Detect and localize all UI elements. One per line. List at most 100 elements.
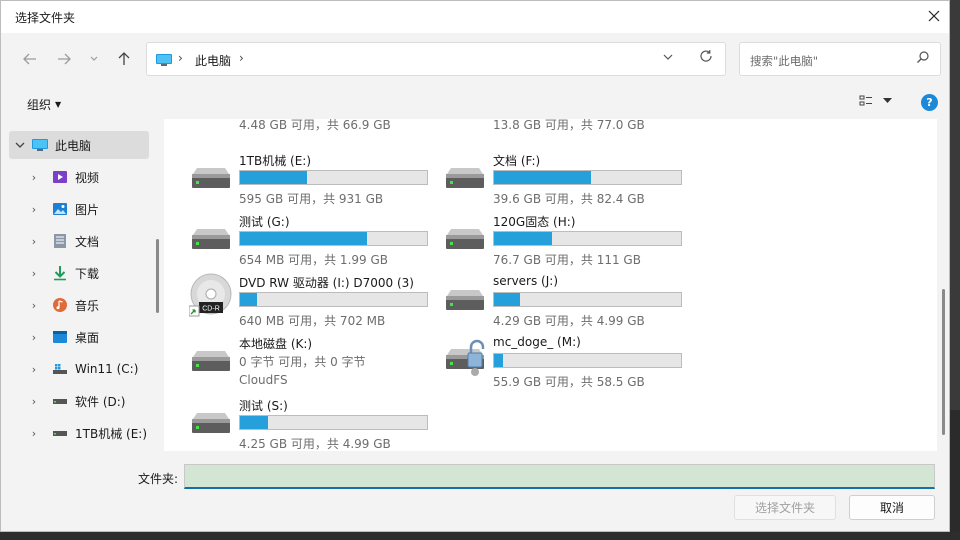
address-history-dropdown[interactable] (663, 51, 673, 64)
drive-space-info: 595 GB 可用，共 931 GB (239, 192, 384, 206)
close-icon (928, 10, 940, 22)
computer-icon (31, 137, 49, 153)
help-button[interactable]: ? (921, 94, 938, 111)
search-box[interactable]: 搜索"此电脑" (739, 42, 941, 76)
sidebar-item-label: 视频 (75, 170, 100, 185)
drive-name: 测试 (G:) (239, 215, 290, 229)
locked-drive-icon (443, 337, 487, 377)
chevron-right-icon[interactable]: › (27, 331, 41, 344)
arrow-up-icon (118, 52, 130, 65)
close-button[interactable] (919, 1, 949, 31)
hard-drive-icon (189, 405, 233, 445)
view-details-icon (859, 95, 872, 106)
drive-usage-fill (240, 416, 269, 429)
sidebar-item-drive-e[interactable]: › 1TB机械 (E:) (9, 419, 149, 447)
title-bar: 选择文件夹 (1, 1, 949, 33)
chevron-right-icon[interactable]: › (27, 235, 41, 248)
hard-drive-icon (443, 160, 487, 200)
drive-space-info: 39.6 GB 可用，共 82.4 GB (493, 192, 645, 206)
drive-name: 1TB机械 (E:) (239, 154, 312, 168)
drive-usage-fill (494, 232, 552, 245)
chevron-right-icon[interactable]: › (27, 171, 41, 184)
drive-name: servers (J:) (493, 274, 558, 288)
background-area (0, 532, 960, 540)
chevron-right-icon[interactable]: › (27, 203, 41, 216)
caret-down-icon (883, 98, 892, 103)
organize-label: 组织 (27, 98, 52, 112)
drive-space-info: 4.25 GB 可用，共 4.99 GB (239, 437, 391, 451)
hard-drive-icon (189, 119, 233, 126)
hard-drive-icon (189, 160, 233, 200)
drive-icon (51, 393, 69, 409)
sidebar-item-downloads[interactable]: › 下载 (9, 259, 149, 287)
sidebar-item-drive-d[interactable]: › 软件 (D:) (9, 387, 149, 415)
chevron-right-icon[interactable]: › (27, 267, 41, 280)
drive-space-info: 4.29 GB 可用，共 4.99 GB (493, 314, 645, 328)
breadcrumb-chevron[interactable]: › (239, 51, 244, 65)
drive-tile[interactable]: mc_doge_ (M:) 55.9 GB 可用，共 58.5 GB (443, 333, 693, 391)
drive-tile[interactable]: 1TB机械 (E:) 595 GB 可用，共 931 GB (189, 150, 439, 208)
forward-button[interactable] (53, 48, 75, 70)
refresh-button[interactable] (699, 49, 713, 67)
sidebar-item-this-pc[interactable]: 此电脑 (9, 131, 149, 159)
windows-drive-icon (51, 361, 69, 377)
sidebar-item-videos[interactable]: › 视频 (9, 163, 149, 191)
sidebar-item-drive-c[interactable]: › Win11 (C:) (9, 355, 149, 383)
up-button[interactable] (113, 48, 135, 70)
drive-usage-fill (494, 354, 504, 367)
recent-locations-button[interactable] (85, 48, 103, 70)
sidebar-item-label: 桌面 (75, 330, 100, 345)
chevron-right-icon[interactable]: › (27, 299, 41, 312)
search-placeholder: 搜索"此电脑" (750, 54, 819, 68)
cancel-button[interactable]: 取消 (849, 495, 935, 520)
sidebar-item-music[interactable]: › 音乐 (9, 291, 149, 319)
back-button[interactable] (19, 48, 41, 70)
chevron-down-icon[interactable] (13, 139, 27, 152)
drive-name: DVD RW 驱动器 (I:) D7000 (3) (239, 276, 414, 290)
search-icon[interactable] (916, 50, 930, 67)
organize-menu[interactable]: 组织 ▼ (27, 96, 61, 113)
chevron-right-icon[interactable]: › (27, 363, 41, 376)
sidebar-item-documents[interactable]: › 文档 (9, 227, 149, 255)
breadcrumb-this-pc[interactable]: 此电脑 (195, 52, 231, 69)
chevron-down-icon (663, 54, 673, 60)
drive-usage-bar (239, 231, 428, 246)
drive-tile[interactable]: 本地磁盘 (K:) 0 字节 可用，共 0 字节 CloudFS (189, 333, 439, 391)
sidebar-scrollbar[interactable] (156, 239, 159, 313)
drive-name: 本地磁盘 (K:) (239, 337, 313, 351)
view-options-button[interactable] (859, 95, 892, 107)
chevron-right-icon[interactable]: › (27, 427, 41, 440)
content-scrollbar[interactable] (942, 289, 945, 435)
navigation-pane[interactable]: 此电脑 › 视频 › 图片 › 文档 › 下载 › 音乐 › 桌面 › Win1… (9, 119, 159, 451)
drive-usage-fill (494, 171, 592, 184)
drive-tile[interactable]: 测试 (S:) 4.25 GB 可用，共 4.99 GB (189, 395, 439, 451)
sidebar-item-desktop[interactable]: › 桌面 (9, 323, 149, 351)
folder-input[interactable] (184, 464, 935, 489)
drive-tile[interactable]: 4.48 GB 可用，共 66.9 GB (189, 119, 439, 134)
drive-list[interactable]: 4.48 GB 可用，共 66.9 GB 13.8 GB 可用，共 77.0 GB… (164, 119, 937, 451)
cd-r-icon: CD-R (188, 272, 233, 317)
drive-tile[interactable]: 120G固态 (H:) 76.7 GB 可用，共 111 GB (443, 211, 693, 269)
hard-drive-icon (189, 343, 233, 383)
drive-tile[interactable]: CD-R DVD RW 驱动器 (I:) D7000 (3) 640 MB 可用，共… (188, 272, 439, 330)
address-bar[interactable]: › 此电脑 › (146, 42, 726, 76)
sidebar-item-label: 音乐 (75, 298, 100, 313)
drive-name: 120G固态 (H:) (493, 215, 576, 229)
drive-tile[interactable]: 文档 (F:) 39.6 GB 可用，共 82.4 GB (443, 150, 693, 208)
sidebar-item-label: 1TB机械 (E:) (75, 426, 148, 441)
drive-name: mc_doge_ (M:) (493, 335, 581, 349)
select-folder-button[interactable]: 选择文件夹 (734, 495, 836, 520)
drive-tile[interactable]: 13.8 GB 可用，共 77.0 GB (443, 119, 693, 134)
drive-space-info: 654 MB 可用，共 1.99 GB (239, 253, 388, 267)
drive-tile[interactable]: 测试 (G:) 654 MB 可用，共 1.99 GB (189, 211, 439, 269)
drive-tile[interactable]: servers (J:) 4.29 GB 可用，共 4.99 GB (443, 272, 693, 330)
sidebar-item-label: 此电脑 (55, 138, 92, 153)
hard-drive-icon (443, 282, 487, 322)
sidebar-item-pictures[interactable]: › 图片 (9, 195, 149, 223)
drive-usage-fill (240, 293, 257, 306)
drive-icon (51, 425, 69, 441)
breadcrumb-separator: › (178, 51, 183, 65)
chevron-right-icon[interactable]: › (27, 395, 41, 408)
drive-space-info: 13.8 GB 可用，共 77.0 GB (493, 119, 645, 132)
drive-usage-bar (493, 231, 682, 246)
